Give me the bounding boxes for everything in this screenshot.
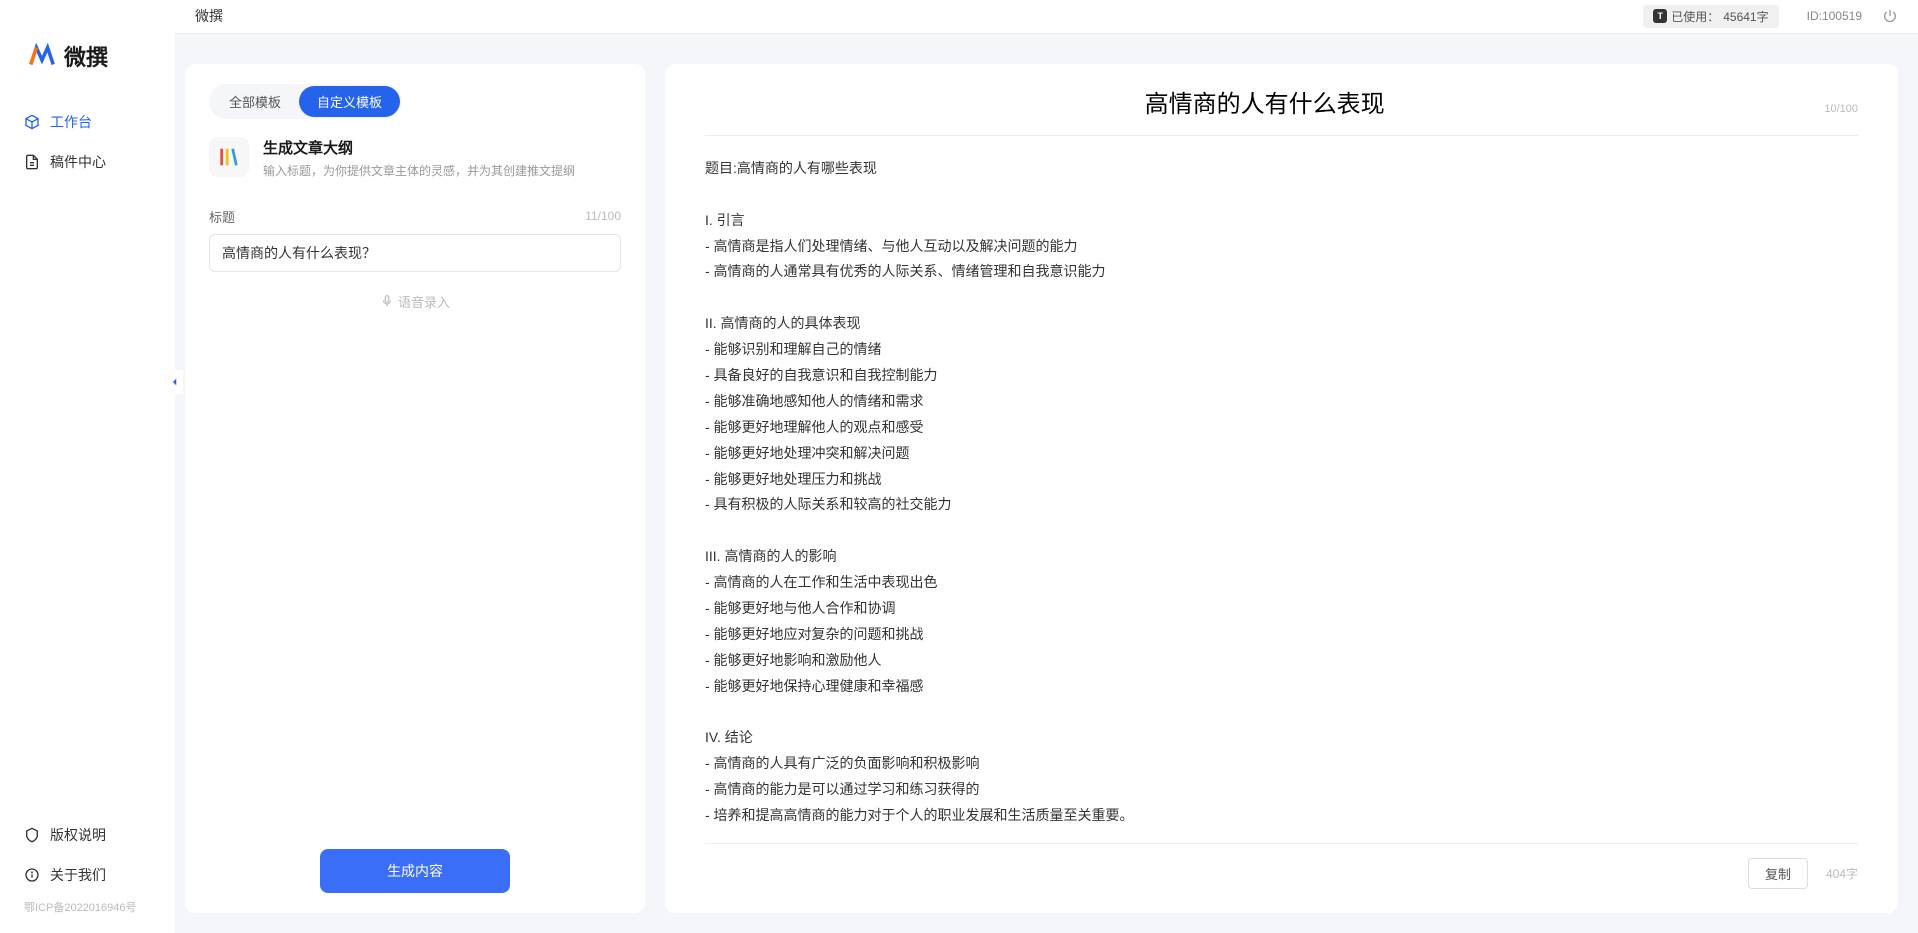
field-char-count: 11/100 [585,209,621,223]
brand-name: 微撰 [64,40,108,72]
output-word-count: 404字 [1826,865,1858,882]
text-count-icon: T [1653,9,1667,23]
title-input[interactable] [209,234,621,272]
copy-button[interactable]: 复制 [1748,858,1808,889]
usage-label: 已使用： [1671,8,1719,25]
template-title: 生成文章大纲 [263,137,575,158]
info-icon [24,867,40,883]
output-panel: 高情商的人有什么表现 10/100 题目:高情商的人有哪些表现 I. 引言 - … [665,64,1898,913]
logo-icon [28,42,56,70]
output-title-count: 10/100 [1824,103,1858,115]
brand-logo: 微撰 [0,0,175,102]
nav-drafts[interactable]: 稿件中心 [10,142,165,182]
template-tabs: 全部模板 自定义模板 [209,84,402,119]
usage-badge: T 已使用：45641字 [1643,5,1778,28]
output-body: 题目:高情商的人有哪些表现 I. 引言 - 高情商是指人们处理情绪、与他人互动以… [705,156,1858,829]
icp-text: 鄂ICP备2022016946号 [10,895,165,923]
microphone-icon [380,294,394,308]
link-copyright[interactable]: 版权说明 [10,815,165,855]
user-id: ID:100519 [1807,9,1862,23]
template-desc: 输入标题，为你提供文章主体的灵感，并为其创建推文提纲 [263,162,575,179]
template-card: 生成文章大纲 输入标题，为你提供文章主体的灵感，并为其创建推文提纲 [209,137,621,179]
tab-all-templates[interactable]: 全部模板 [211,86,299,117]
chevron-left-icon [170,377,180,387]
voice-label: 语音录入 [398,292,450,311]
document-icon [24,154,40,170]
field-label: 标题 [209,207,235,226]
sidebar-bottom: 版权说明 关于我们 鄂ICP备2022016946号 [0,815,175,933]
nav-label: 工作台 [50,112,92,132]
link-label: 关于我们 [50,865,106,885]
sidebar-nav: 工作台 稿件中心 [0,102,175,815]
shield-icon [24,827,40,843]
output-title: 高情商的人有什么表现 [705,84,1824,119]
nav-workspace[interactable]: 工作台 [10,102,165,142]
sidebar: 微撰 工作台 稿件中心 版权说明 关于我们 鄂ICP备2022016946号 [0,0,175,933]
link-about[interactable]: 关于我们 [10,855,165,895]
page-title: 微撰 [195,6,1643,26]
nav-label: 稿件中心 [50,152,106,172]
usage-value: 45641字 [1723,8,1768,25]
voice-input-button[interactable]: 语音录入 [209,292,621,311]
generate-button[interactable]: 生成内容 [320,849,510,893]
template-icon [209,137,249,177]
input-panel: 全部模板 自定义模板 生成文章大纲 输入标题，为你提供文章主体的灵感，并为其创建… [185,64,645,913]
tab-custom-templates[interactable]: 自定义模板 [299,86,400,117]
topbar: 微撰 T 已使用：45641字 ID:100519 [175,0,1918,34]
link-label: 版权说明 [50,825,106,845]
power-icon[interactable] [1882,8,1898,24]
sidebar-collapse-toggle[interactable] [167,370,183,394]
cube-icon [24,114,40,130]
